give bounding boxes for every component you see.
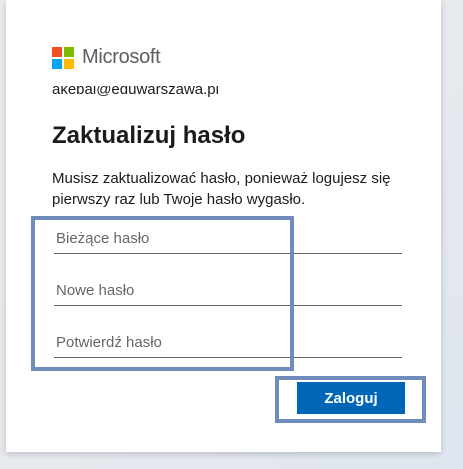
microsoft-logo: Microsoft <box>52 46 161 69</box>
confirm-password-field[interactable] <box>54 328 402 358</box>
logo-square-green <box>64 46 74 57</box>
logo-square-yellow <box>64 58 74 69</box>
page-description: Musisz zaktualizować hasło, ponieważ log… <box>52 170 391 208</box>
logo-square-red <box>52 46 62 57</box>
microsoft-logo-icon <box>52 46 74 69</box>
account-identity-text: akebal@eduwarszawa.pl <box>52 86 219 98</box>
current-password-field[interactable] <box>54 224 402 254</box>
new-password-field[interactable] <box>54 276 402 306</box>
sign-in-button[interactable]: Zaloguj <box>297 382 405 414</box>
account-identity: akebal@eduwarszawa.pl <box>52 86 219 100</box>
logo-square-blue <box>52 58 62 69</box>
brand-name: Microsoft <box>82 46 161 68</box>
password-update-card: Microsoft akebal@eduwarszawa.pl Zaktuali… <box>6 0 441 452</box>
page-title: Zaktualizuj hasło <box>52 122 246 149</box>
